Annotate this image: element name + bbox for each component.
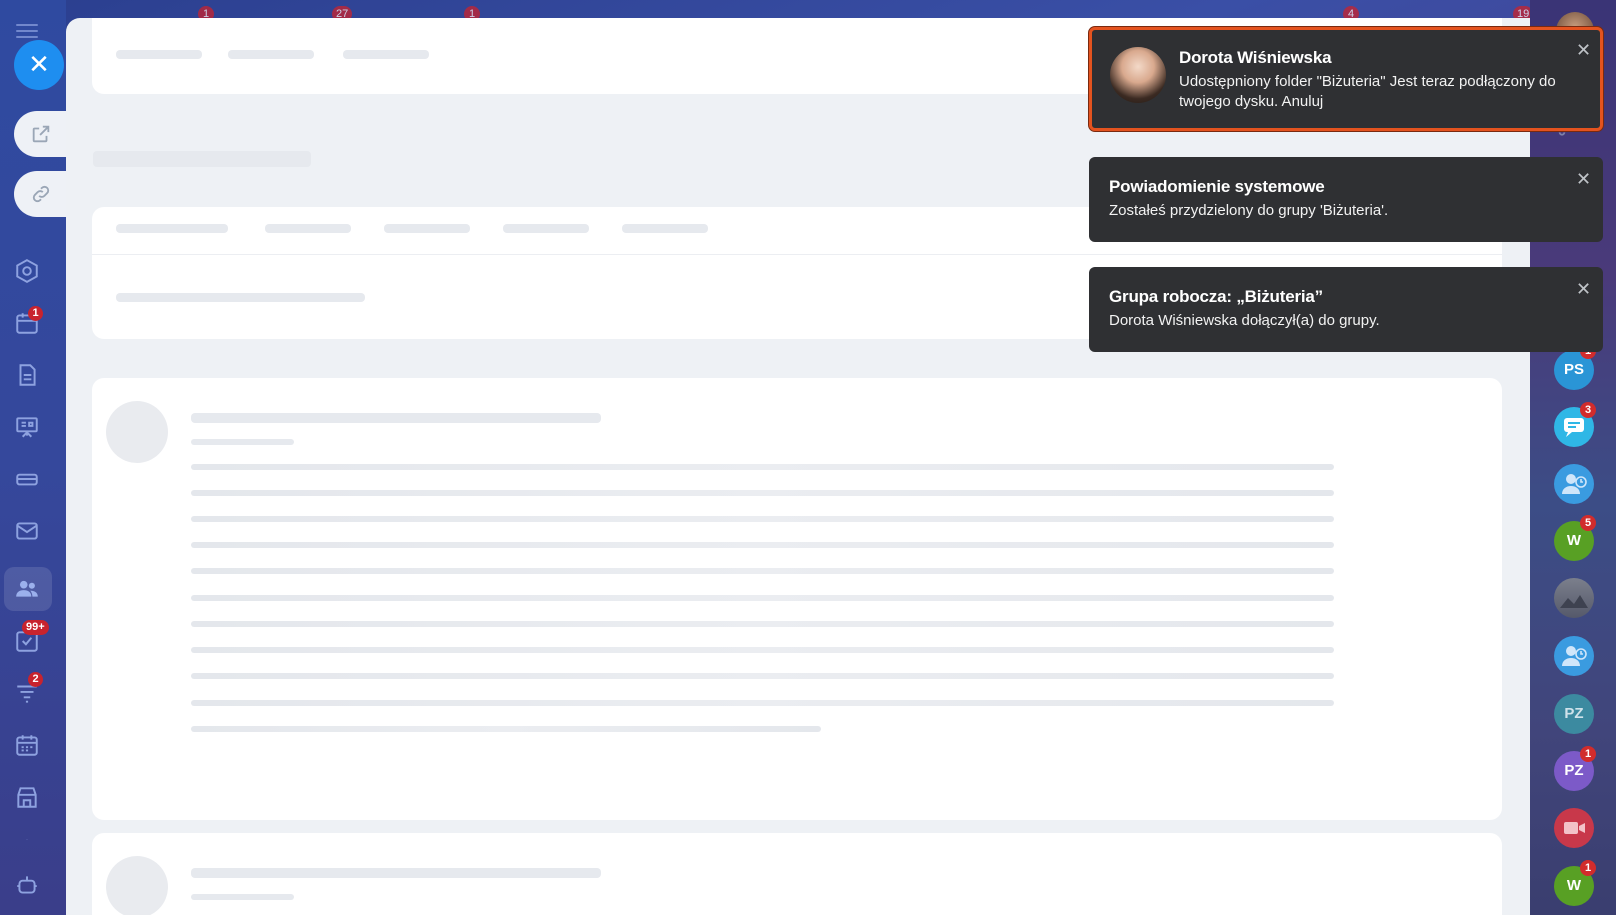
avatar-initials: PS (1563, 361, 1584, 378)
avatar-initials: PZ (1564, 762, 1584, 779)
video-icon (1564, 822, 1585, 834)
user-clock-icon (1562, 646, 1587, 666)
skeleton-line (191, 673, 1334, 679)
notification-text: Udostępniony folder "Biżuteria" Jest ter… (1179, 73, 1556, 110)
skeleton-tab (384, 224, 470, 233)
calendar-badge: 1 (28, 306, 43, 321)
skeleton-tab (343, 50, 429, 59)
avatar-skeleton (106, 401, 168, 463)
close-slider-button[interactable]: ✕ (14, 40, 64, 90)
close-icon[interactable]: ✕ (1576, 169, 1591, 190)
menu-icon[interactable] (16, 24, 38, 38)
link-icon (32, 185, 50, 203)
skeleton-tab (116, 224, 228, 233)
chat-avatar-user-clock[interactable] (1554, 464, 1594, 504)
sidebar-item-documents[interactable] (14, 362, 40, 388)
chat-avatar-photo[interactable] (1554, 578, 1594, 618)
robot-icon (17, 876, 37, 894)
skeleton-tab (116, 50, 202, 59)
skeleton-line (191, 621, 1334, 627)
video-call-avatar[interactable] (1554, 808, 1594, 848)
sidebar-item-more[interactable] (14, 830, 40, 840)
notification-title: Grupa robocza: „Biżuteria” (1109, 287, 1323, 306)
notification-title: Powiadomienie systemowe (1109, 177, 1325, 196)
chat-badge: 3 (1580, 402, 1596, 418)
sidebar-item-mail[interactable] (14, 518, 40, 544)
skeleton-line (191, 726, 821, 732)
skeleton-tab (503, 224, 589, 233)
external-link-icon (32, 125, 50, 143)
notification-sender: Dorota Wiśniewska (1179, 48, 1332, 67)
user-clock-icon (1562, 474, 1587, 494)
close-icon[interactable]: ✕ (1576, 40, 1591, 61)
feed-post-skeleton (92, 378, 1502, 820)
skeleton-line (191, 490, 1334, 496)
chat-avatar-pz[interactable]: PZ (1554, 694, 1594, 734)
notification-toast-highlighted[interactable]: Dorota Wiśniewska Udostępniony folder "B… (1089, 27, 1603, 131)
copy-link-button[interactable] (14, 171, 68, 217)
document-icon (19, 364, 36, 386)
skeleton-line (191, 439, 294, 445)
schedule-icon (16, 735, 38, 756)
sidebar-item-drive[interactable] (14, 466, 40, 492)
skeleton-tab (228, 50, 314, 59)
skeleton-line (191, 595, 1334, 601)
skeleton-title (93, 151, 311, 167)
skeleton-line (116, 293, 365, 302)
avatar-initials: PZ (1564, 705, 1584, 722)
sidebar-item-board[interactable] (14, 414, 40, 440)
open-in-new-window-button[interactable] (14, 111, 68, 157)
chat-badge: 1 (1580, 860, 1596, 876)
skeleton-line (191, 894, 294, 900)
mail-icon (16, 522, 38, 540)
sidebar-item-groups[interactable] (14, 576, 40, 602)
drive-icon (16, 473, 38, 486)
sidebar-item-schedule[interactable] (14, 732, 40, 758)
chat-badge: 5 (1580, 515, 1596, 531)
sidebar-item-robot[interactable] (14, 872, 40, 898)
left-sidebar: 1 99+ 2 (0, 0, 68, 915)
sender-avatar (1110, 47, 1166, 103)
close-icon[interactable]: ✕ (1576, 279, 1591, 300)
filters-badge: 2 (28, 672, 43, 687)
notification-text: Dorota Wiśniewska dołączył(a) do grupy. (1109, 312, 1380, 329)
avatar-initials: W (1566, 532, 1582, 549)
chevron-up-icon (26, 839, 28, 840)
avatar-initials: W (1566, 877, 1582, 894)
notification-toast[interactable]: Powiadomienie systemowe Zostałeś przydzi… (1089, 157, 1603, 242)
skeleton-line (191, 464, 1334, 470)
skeleton-line (191, 568, 1334, 574)
sidebar-item-store[interactable] (14, 784, 40, 810)
skeleton-line (191, 542, 1334, 548)
chat-avatar-user-clock[interactable] (1554, 636, 1594, 676)
notification-text: Zostałeś przydzielony do grupy 'Biżuteri… (1109, 202, 1389, 219)
notification-toast[interactable]: Grupa robocza: „Biżuteria” Dorota Wiśnie… (1089, 267, 1603, 352)
slider-panel (66, 18, 1530, 915)
store-icon (17, 787, 37, 808)
skeleton-tab (265, 224, 351, 233)
presentation-icon (16, 417, 38, 438)
chat-badge: 1 (1580, 746, 1596, 762)
skeleton-tab (622, 224, 708, 233)
users-icon (16, 580, 38, 597)
sidebar-item-sites[interactable] (14, 258, 40, 284)
feed-post-skeleton (92, 833, 1502, 915)
avatar-skeleton (106, 856, 168, 915)
tasks-badge: 99+ (22, 620, 49, 635)
skeleton-line (191, 647, 1334, 653)
photo-avatar (1560, 595, 1588, 608)
skeleton-line (191, 868, 601, 878)
skeleton-line (191, 700, 1334, 706)
hexagon-icon (16, 259, 38, 283)
skeleton-line (191, 413, 601, 423)
skeleton-line (191, 516, 1334, 522)
divider (92, 254, 1502, 255)
